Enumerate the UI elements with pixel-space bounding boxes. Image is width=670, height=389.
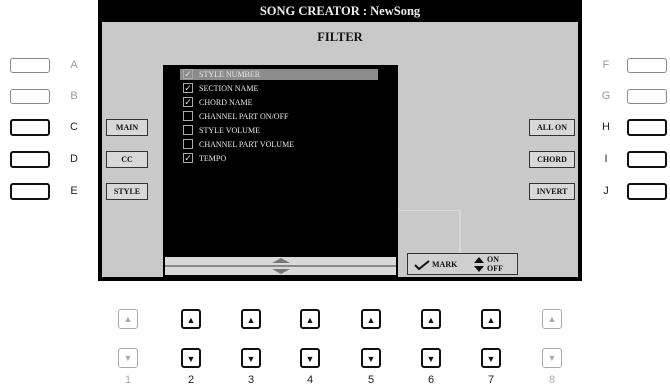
up-button-7[interactable]: ▲: [481, 309, 501, 329]
column-number-2: 2: [187, 374, 195, 386]
column-number-5: 5: [367, 374, 375, 386]
main-button[interactable]: MAIN: [106, 119, 148, 136]
cc-button[interactable]: CC: [106, 151, 148, 168]
column-number-3: 3: [247, 374, 255, 386]
left-button-e[interactable]: [10, 183, 50, 200]
checkbox-section-name[interactable]: ✓: [183, 83, 193, 93]
left-key-c: C: [70, 121, 78, 133]
all-on-button[interactable]: ALL ON: [529, 119, 575, 136]
down-button-2[interactable]: ▼: [181, 348, 201, 368]
right-key-h: H: [602, 121, 610, 133]
down-button-7[interactable]: ▼: [481, 348, 501, 368]
list-item[interactable]: CHANNEL PART VOLUME: [199, 139, 294, 150]
list-item[interactable]: SECTION NAME: [199, 83, 258, 94]
chord-button[interactable]: CHORD: [529, 151, 575, 168]
panel-title: FILTER: [317, 30, 363, 44]
up-button-6[interactable]: ▲: [421, 309, 441, 329]
right-button-f[interactable]: [627, 58, 667, 73]
checkbox-style-number[interactable]: ✓: [183, 69, 193, 79]
left-key-a: A: [70, 59, 78, 71]
down-button-6[interactable]: ▼: [421, 348, 441, 368]
left-key-d: D: [70, 153, 78, 165]
list-item[interactable]: STYLE NUMBER: [199, 69, 260, 80]
up-button-4[interactable]: ▲: [300, 309, 320, 329]
screen-title: SONG CREATOR : NewSong: [98, 0, 582, 22]
right-button-j[interactable]: [627, 183, 667, 200]
up-button-1[interactable]: ▲: [118, 309, 138, 329]
up-down-arrow-icon: [474, 257, 484, 272]
down-button-8[interactable]: ▼: [542, 348, 562, 368]
down-button-1[interactable]: ▼: [118, 348, 138, 368]
left-button-c[interactable]: [10, 119, 50, 136]
style-button[interactable]: STYLE: [106, 183, 148, 200]
up-button-8[interactable]: ▲: [542, 309, 562, 329]
list-item[interactable]: STYLE VOLUME: [199, 125, 260, 136]
right-key-j: J: [603, 185, 609, 197]
right-button-h[interactable]: [627, 119, 667, 136]
column-number-1: 1: [124, 374, 132, 386]
right-button-g[interactable]: [627, 89, 667, 104]
left-button-a[interactable]: [10, 58, 50, 73]
up-button-5[interactable]: ▲: [361, 309, 381, 329]
down-button-4[interactable]: ▼: [300, 348, 320, 368]
column-number-7: 7: [487, 374, 495, 386]
connector-line: [398, 210, 461, 253]
on-label: ON: [487, 255, 499, 264]
left-button-b[interactable]: [10, 89, 50, 104]
left-key-e: E: [70, 185, 78, 197]
mark-onoff-control[interactable]: MARK ON OFF: [407, 253, 518, 275]
left-key-b: B: [70, 90, 78, 102]
off-label: OFF: [487, 264, 503, 273]
left-button-d[interactable]: [10, 151, 50, 168]
list-item[interactable]: CHORD NAME: [199, 97, 253, 108]
right-key-i: I: [604, 153, 608, 165]
checkbox-chord-name[interactable]: ✓: [183, 97, 193, 107]
column-number-4: 4: [306, 374, 314, 386]
invert-button[interactable]: INVERT: [529, 183, 575, 200]
checkbox-channel-part-onoff[interactable]: [183, 111, 193, 121]
column-number-6: 6: [427, 374, 435, 386]
list-scrollbar[interactable]: [165, 257, 396, 275]
checkbox-channel-part-volume[interactable]: [183, 139, 193, 149]
checkbox-style-volume[interactable]: [183, 125, 193, 135]
down-button-3[interactable]: ▼: [241, 348, 261, 368]
up-button-2[interactable]: ▲: [181, 309, 201, 329]
scroll-arrows-icon: [272, 258, 290, 274]
right-key-f: F: [602, 59, 610, 71]
list-item[interactable]: TEMPO: [199, 153, 226, 164]
column-number-8: 8: [548, 374, 556, 386]
checkbox-tempo[interactable]: ✓: [183, 153, 193, 163]
right-key-g: G: [601, 90, 611, 102]
checkmark-icon: [414, 260, 430, 270]
right-button-i[interactable]: [627, 151, 667, 168]
down-button-5[interactable]: ▼: [361, 348, 381, 368]
mark-label: MARK: [432, 260, 458, 269]
list-item[interactable]: CHANNEL PART ON/OFF: [199, 111, 288, 122]
up-button-3[interactable]: ▲: [241, 309, 261, 329]
